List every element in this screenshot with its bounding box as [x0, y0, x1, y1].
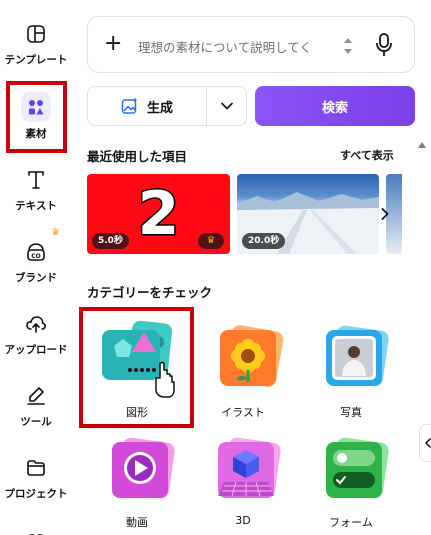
category-label: 図形	[126, 406, 148, 419]
category-shapes[interactable]: 図形	[87, 318, 187, 420]
generate-dropdown-button[interactable]	[207, 87, 247, 125]
duration-badge: 20.0秒	[242, 233, 286, 249]
text-icon	[24, 168, 48, 192]
elements-icon	[21, 92, 51, 122]
template-icon	[24, 22, 48, 46]
collapse-panel-button[interactable]	[419, 424, 431, 462]
chevron-left-icon	[424, 438, 431, 448]
category-3d[interactable]: 3D	[193, 432, 293, 527]
category-label: フォーム	[329, 516, 373, 529]
carousel-next-button[interactable]	[378, 202, 392, 226]
sidebar: テンプレート 素材 テキスト CO ブランド ♛ アップロード ツール プロジェ…	[0, 0, 72, 535]
form-toggle-icon	[326, 437, 389, 499]
category-forms[interactable]: フォーム	[301, 432, 401, 530]
sidebar-item-tools[interactable]: ツール	[0, 384, 72, 429]
recent-item[interactable]: 2 5.0秒 ♛	[87, 174, 230, 254]
recent-item[interactable]: 20.0秒	[237, 174, 379, 254]
sidebar-item-templates[interactable]: テンプレート	[0, 22, 72, 67]
premium-crown-icon: ♛	[198, 233, 224, 249]
cube-3d-icon	[218, 437, 281, 499]
plus-icon[interactable]: +	[104, 33, 122, 55]
illustration-sunflower-icon	[220, 325, 284, 387]
elements-panel: + 理想の素材について説明してく 生成 検索 最近使用した項目 すべて表示 2 …	[72, 0, 431, 535]
apps-icon	[24, 526, 48, 535]
category-videos[interactable]: 動画	[87, 432, 187, 530]
shapes-icon	[102, 320, 175, 398]
sidebar-item-brand[interactable]: CO ブランド	[0, 240, 72, 285]
category-label: イラスト	[221, 406, 265, 419]
recent-section-title: 最近使用した項目	[87, 149, 188, 164]
sidebar-item-text[interactable]: テキスト	[0, 168, 72, 213]
sidebar-item-label: 素材	[25, 128, 47, 140]
sidebar-item-upload[interactable]: アップロード	[0, 312, 72, 357]
chevron-down-icon	[221, 102, 233, 110]
sidebar-item-label: アップロード	[4, 344, 68, 356]
photo-icon	[326, 325, 389, 387]
pen-tool-icon	[24, 384, 48, 408]
category-label: 動画	[126, 516, 148, 529]
scroll-up-arrow-icon[interactable]	[418, 142, 426, 148]
category-illustrations[interactable]: イラスト	[193, 318, 293, 420]
scroll-stepper-icon[interactable]	[342, 34, 354, 58]
microphone-icon[interactable]	[374, 32, 394, 58]
generate-button-group: 生成	[87, 86, 247, 126]
sidebar-item-label: ツール	[20, 416, 52, 428]
video-play-icon	[112, 437, 175, 499]
sidebar-item-label: ブランド	[15, 272, 57, 284]
see-all-link[interactable]: すべて表示	[340, 147, 394, 163]
search-bar: + 理想の素材について説明してく	[87, 16, 415, 73]
category-label: 3D	[235, 514, 251, 527]
folder-icon	[24, 456, 48, 480]
brand-icon: CO	[24, 240, 48, 264]
search-input[interactable]: 理想の素材について説明してく	[138, 37, 360, 56]
sidebar-item-label: テンプレート	[4, 54, 68, 66]
duration-badge: 5.0秒	[92, 233, 129, 249]
sidebar-item-projects[interactable]: プロジェクト	[0, 456, 72, 501]
generate-label: 生成	[146, 100, 173, 116]
chevron-right-icon	[381, 208, 389, 220]
svg-text:CO: CO	[31, 253, 41, 260]
category-label: 写真	[340, 406, 362, 419]
sidebar-item-apps[interactable]	[0, 526, 72, 535]
generate-button[interactable]: 生成	[88, 87, 206, 125]
magic-image-icon	[121, 97, 138, 114]
sidebar-item-elements[interactable]: 素材	[0, 92, 72, 141]
sidebar-item-label: プロジェクト	[4, 488, 68, 500]
sidebar-item-label: テキスト	[15, 200, 57, 212]
categories-section-title: カテゴリーをチェック	[87, 285, 213, 300]
upload-cloud-icon	[24, 312, 48, 336]
category-photos[interactable]: 写真	[301, 318, 401, 420]
premium-crown-icon: ♛	[51, 227, 60, 238]
search-button[interactable]: 検索	[255, 86, 415, 126]
